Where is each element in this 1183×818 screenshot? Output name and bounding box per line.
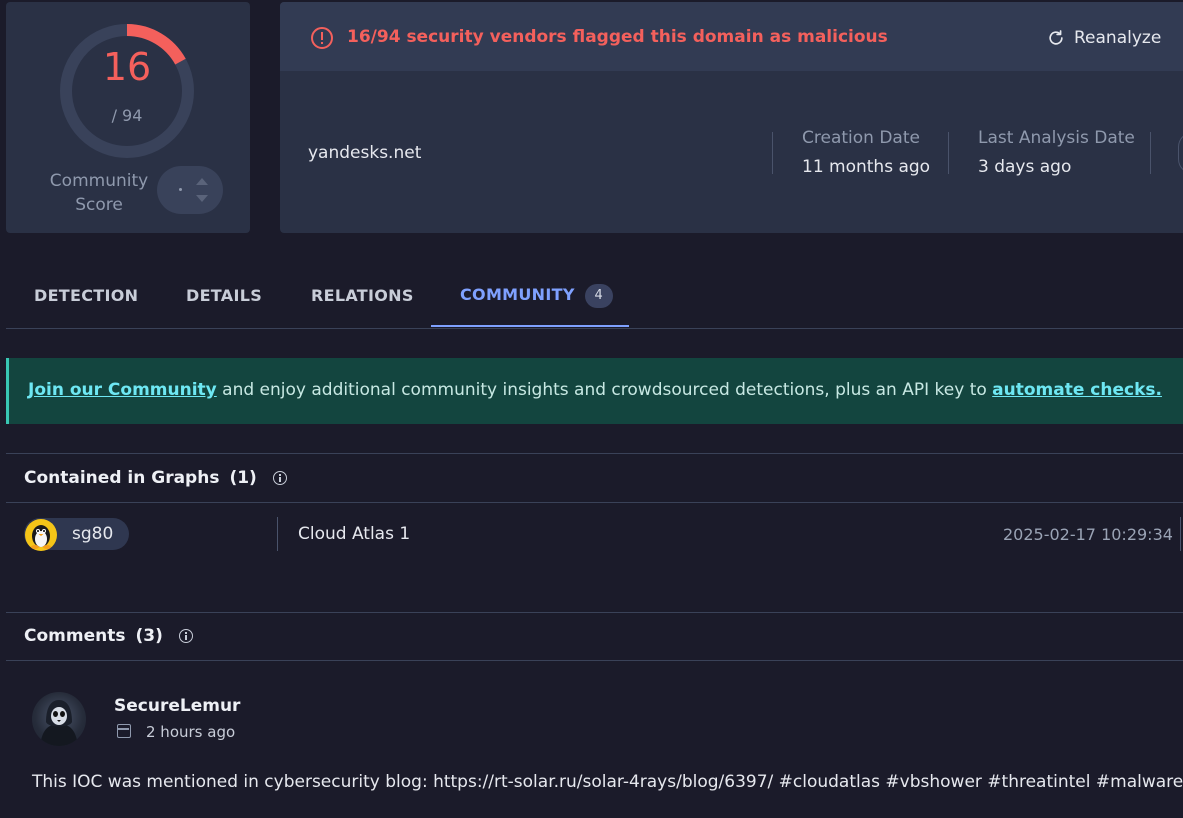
- graph-name-link[interactable]: Cloud Atlas 1: [298, 524, 410, 544]
- tab-bar: DETECTION DETAILS RELATIONS COMMUNITY 4: [6, 268, 1183, 329]
- graphs-section-title: Contained in Graphs (1): [24, 468, 287, 488]
- calendar-icon: [117, 724, 131, 738]
- penguin-avatar-icon: [25, 519, 57, 551]
- section-divider: [6, 612, 1183, 613]
- meta-divider: [1150, 132, 1151, 174]
- row-divider: [1180, 517, 1181, 551]
- row-divider: [277, 517, 278, 551]
- tab-detection[interactable]: DETECTION: [34, 286, 138, 305]
- comments-title: Comments: [24, 626, 126, 646]
- alert-circle-icon: [311, 27, 333, 49]
- community-banner: Join our Community and enjoy additional …: [6, 358, 1183, 424]
- malicious-alert-text: 16/94 security vendors flagged this doma…: [347, 27, 888, 47]
- meta-divider: [772, 132, 773, 174]
- last-analysis-label: Last Analysis Date: [978, 128, 1135, 148]
- community-label-line2: Score: [75, 195, 123, 215]
- comment-body: This IOC was mentioned in cybersecurity …: [32, 772, 1183, 792]
- automate-checks-link[interactable]: automate checks.: [992, 380, 1162, 400]
- last-analysis-value: 3 days ago: [978, 157, 1072, 177]
- upvote-icon[interactable]: [196, 178, 208, 185]
- downvote-icon[interactable]: [196, 195, 208, 202]
- comments-section-title: Comments (3): [24, 626, 193, 646]
- tab-community[interactable]: COMMUNITY 4: [460, 284, 613, 308]
- tab-community-label: COMMUNITY: [460, 285, 575, 304]
- comment-time: 2 hours ago: [146, 723, 236, 741]
- active-tab-underline: [431, 325, 629, 327]
- vote-dot: [179, 188, 182, 191]
- detection-total: / 94: [111, 106, 143, 125]
- graphs-count: (1): [229, 468, 257, 488]
- reanalyze-button[interactable]: Reanalyze: [1046, 26, 1161, 50]
- banner-middle-text: and enjoy additional community insights …: [216, 380, 993, 400]
- tab-details[interactable]: DETAILS: [186, 286, 262, 305]
- tab-relations[interactable]: RELATIONS: [311, 286, 414, 305]
- section-divider: [6, 502, 1183, 503]
- banner-text: Join our Community and enjoy additional …: [28, 380, 1162, 400]
- graphs-title: Contained in Graphs: [24, 468, 220, 488]
- detection-gauge: [60, 24, 194, 158]
- join-community-link[interactable]: Join our Community: [28, 380, 217, 400]
- meta-divider: [948, 132, 949, 174]
- score-card: 16 / 94 Community Score: [6, 2, 250, 233]
- section-divider: [6, 453, 1183, 454]
- comment-author[interactable]: SecureLemur: [114, 696, 240, 716]
- domain-name: yandesks.net: [308, 143, 422, 163]
- section-divider: [6, 660, 1183, 661]
- malicious-alert-bar: 16/94 security vendors flagged this doma…: [280, 2, 1183, 71]
- commenter-avatar[interactable]: [32, 692, 86, 746]
- hooded-figure-icon: [40, 700, 78, 746]
- info-icon[interactable]: [272, 471, 287, 485]
- community-score-label: Community Score: [40, 169, 158, 217]
- community-label-line1: Community: [49, 171, 149, 191]
- domain-summary-card: 16/94 security vendors flagged this doma…: [280, 2, 1183, 233]
- creation-date-value: 11 months ago: [802, 157, 931, 177]
- tab-community-badge: 4: [584, 284, 613, 308]
- community-vote-widget[interactable]: [157, 166, 223, 214]
- detection-count: 16: [102, 45, 152, 89]
- refresh-icon: [1049, 30, 1063, 45]
- graph-owner-name: sg80: [72, 524, 114, 544]
- comments-count: (3): [135, 626, 163, 646]
- creation-date-label: Creation Date: [802, 128, 920, 148]
- graph-owner-chip[interactable]: sg80: [24, 518, 129, 551]
- info-icon[interactable]: [178, 629, 193, 643]
- reanalyze-label: Reanalyze: [1074, 28, 1162, 48]
- graph-timestamp: 2025-02-17 10:29:34: [1003, 525, 1173, 544]
- more-meta-pill[interactable]: [1178, 132, 1183, 174]
